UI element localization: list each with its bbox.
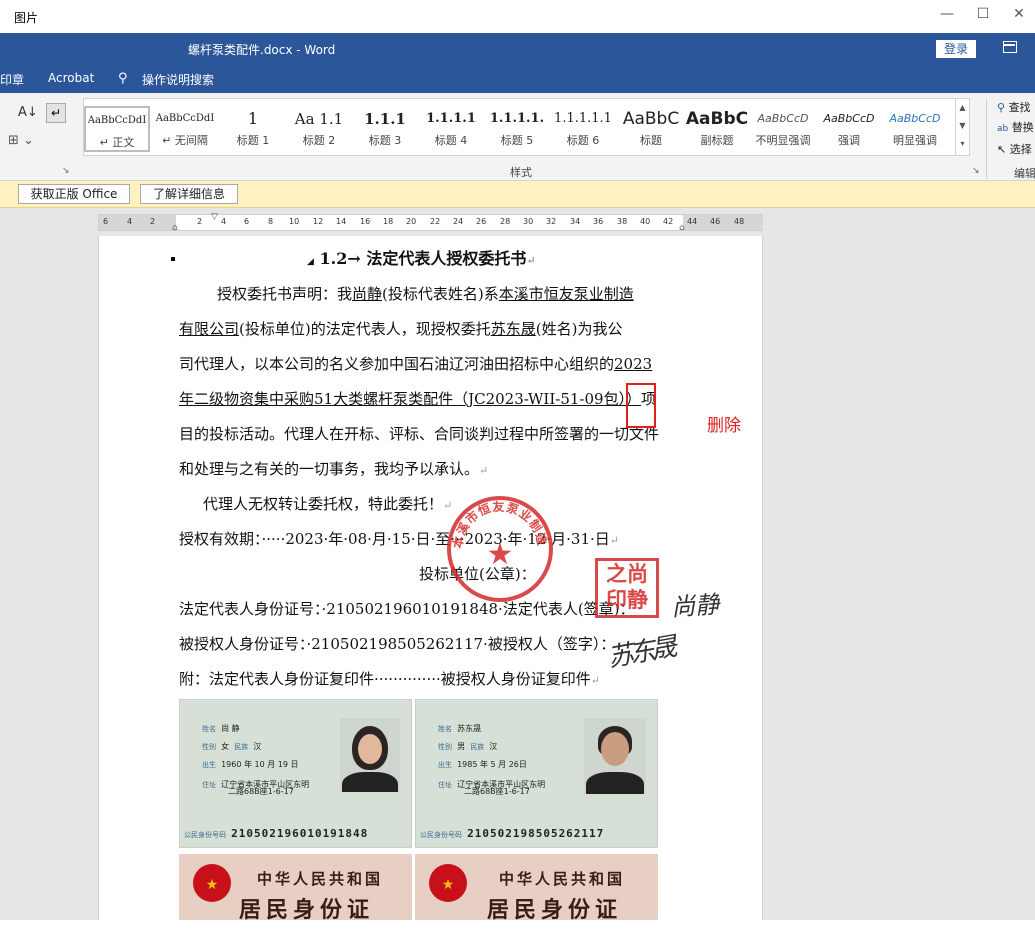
- menu-acrobat[interactable]: Acrobat: [48, 71, 94, 85]
- style-heading-6[interactable]: 1.1.1.1.1 标题 6: [550, 106, 616, 152]
- gallery-down-icon[interactable]: ▼: [956, 117, 969, 135]
- paragraph-1-line-3: 司代理人，以本公司的名义参加中国石油辽河油田招标中心组织的2023: [179, 355, 653, 373]
- gallery-up-icon[interactable]: ▲: [956, 99, 969, 117]
- id-card-front-1: 姓名 尚 静 性别 女 民族 汉 出生 1960 年 10 月 19 日 住址 …: [179, 699, 412, 848]
- ribbon-display-icon[interactable]: [1003, 41, 1017, 53]
- attachment-line: 附：法定代表人身份证复印件··············被授权人身份证复印件↵: [179, 670, 600, 688]
- editing-group-label: 编辑: [1014, 167, 1035, 180]
- document-title: 螺杆泵类配件.docx - Word: [188, 43, 336, 57]
- photo-1: [340, 718, 400, 792]
- style-heading-5[interactable]: 1.1.1.1. 标题 5: [484, 106, 550, 152]
- id-card-back-2: ★ 中华人民共和国 居民身份证: [415, 854, 658, 924]
- notification-bar: 获取正版 Office 了解详细信息: [0, 181, 1035, 208]
- horizontal-ruler[interactable]: 6 4 2 2 4 6 8 10 12 14 16 18 20 22 24 26…: [98, 212, 763, 233]
- id-card-front-2: 姓名 苏东晟 性别 男 民族 汉 出生 1985 年 5 月 26日 住址 辽宁…: [415, 699, 658, 848]
- minimize-icon[interactable]: —: [936, 4, 958, 24]
- bullet-marker: [171, 257, 175, 261]
- style-heading-4[interactable]: 1.1.1.1 标题 4: [418, 106, 484, 152]
- first-line-indent-marker[interactable]: ▽: [211, 212, 218, 222]
- style-no-spacing[interactable]: AaBbCcDdI ↵ 无间隔: [152, 106, 218, 152]
- login-button[interactable]: 登录: [936, 40, 976, 58]
- app-window: 图片 — ☐ ✕ 螺杆泵类配件.docx - Word 登录 印章 Acroba…: [0, 0, 1035, 930]
- style-intense-emphasis[interactable]: AaBbCcD 明显强调: [882, 106, 948, 152]
- paragraph-1-line-5: 目的投标活动。代理人在开标、评标、合同谈判过程中所签署的一切文件: [179, 425, 660, 443]
- deletion-annotation: 删除: [707, 416, 741, 436]
- borders-icon[interactable]: ⊞ ⌄: [8, 133, 34, 148]
- style-heading-2[interactable]: Aa 1.1 标题 2: [286, 106, 352, 152]
- signature-sudongsheng: 苏东晟: [605, 632, 676, 674]
- paragraph-launcher-icon[interactable]: ↘: [62, 166, 70, 176]
- svg-text:★: ★: [206, 877, 219, 893]
- select-button[interactable]: ↖ 选择: [997, 141, 1032, 157]
- cursor-icon: ↖: [997, 143, 1007, 156]
- menu-stamp[interactable]: 印章: [0, 71, 24, 88]
- personal-seal: 之尚 印静: [595, 558, 659, 618]
- replace-button[interactable]: ab 替换: [997, 119, 1034, 135]
- styles-launcher-icon[interactable]: ↘: [972, 166, 980, 176]
- lightbulb-icon[interactable]: ⚲: [118, 71, 128, 86]
- find-icon: ⚲: [997, 101, 1006, 114]
- get-office-button[interactable]: 获取正版 Office: [18, 184, 130, 204]
- validity-line: 授权有效期：·····2023·年·08·月·15·日·至···2023·年·1…: [179, 530, 620, 548]
- style-title[interactable]: AaBbC 标题: [618, 106, 684, 152]
- close-icon[interactable]: ✕: [1008, 4, 1030, 24]
- paragraph-1-line-4: 年二级物资集中采购51大类螺杆泵类配件（JC2023-WII-51-09包））项: [179, 390, 657, 408]
- style-normal[interactable]: AaBbCcDdI ↵ 正文: [84, 106, 150, 152]
- signature-shangjing: 尚静: [670, 590, 721, 622]
- styles-group-label: 样式: [510, 166, 532, 179]
- style-heading-3[interactable]: 1.1.1 标题 3: [352, 106, 418, 152]
- deletion-box: [626, 383, 656, 428]
- photo-2: [584, 718, 646, 794]
- svg-text:★: ★: [487, 537, 514, 572]
- paragraph-1-line-6: 和处理与之有关的一切事务，我均予以承认。↵: [179, 460, 489, 478]
- ribbon: A↓ ↵ ⊞ ⌄ ↘ AaBbCcDdI ↵ 正文 AaBbCcDdI ↵ 无间隔 …: [0, 93, 1035, 181]
- paragraph-1-line-1: 授权委托书声明：我尚静(投标代表姓名)系本溪市恒友泵业制造: [217, 285, 634, 303]
- menu-bar: 印章 Acrobat ⚲ 操作说明搜索: [0, 63, 1035, 93]
- document-heading: ◢ 1.2→ 法定代表人授权委托书↵: [307, 249, 536, 268]
- right-indent-marker[interactable]: ⌂: [679, 223, 685, 233]
- viewer-titlebar: 图片 — ☐ ✕: [0, 0, 1035, 33]
- find-button[interactable]: ⚲ 查找: [997, 99, 1031, 115]
- replace-icon: ab: [997, 124, 1009, 134]
- style-subtitle[interactable]: AaBbC 副标题: [684, 106, 750, 152]
- tell-me-search[interactable]: 操作说明搜索: [142, 71, 214, 88]
- document-page[interactable]: ◢ 1.2→ 法定代表人授权委托书↵ 授权委托书声明：我尚静(投标代表姓名)系本…: [98, 236, 763, 930]
- svg-text:★: ★: [442, 877, 455, 893]
- word-titlebar: 螺杆泵类配件.docx - Word 登录: [0, 33, 1035, 63]
- gallery-more-icon[interactable]: ▾: [956, 135, 969, 153]
- editing-group: ⚲ 查找 ab 替换 ↖ 选择 编辑: [986, 99, 1035, 180]
- paragraph-1-line-2: 有限公司(投标单位)的法定代表人，现授权委托苏东晟(姓名)为我公: [179, 320, 623, 338]
- company-seal: 本溪市恒友泵业制造有限公司 ★: [445, 494, 553, 602]
- left-indent-marker[interactable]: ⌂: [172, 223, 178, 233]
- sort-icon[interactable]: A↓: [18, 105, 38, 120]
- style-heading-1[interactable]: 1 标题 1: [220, 106, 286, 152]
- style-emphasis[interactable]: AaBbCcD 强调: [816, 106, 882, 152]
- show-marks-icon[interactable]: ↵: [46, 103, 66, 123]
- gallery-scroll[interactable]: ▲ ▼ ▾: [955, 99, 969, 155]
- style-subtle-emphasis[interactable]: AaBbCcD 不明显强调: [750, 106, 816, 152]
- viewer-title: 图片: [14, 11, 39, 25]
- learn-more-button[interactable]: 了解详细信息: [140, 184, 238, 204]
- maximize-icon[interactable]: ☐: [972, 4, 994, 24]
- bottom-bar: [0, 920, 1035, 930]
- id-card-back-1: ★ 中华人民共和国 居民身份证: [179, 854, 412, 924]
- national-emblem-icon: ★: [429, 864, 467, 902]
- styles-gallery: AaBbCcDdI ↵ 正文 AaBbCcDdI ↵ 无间隔 1 标题 1 Aa 1.…: [83, 98, 970, 156]
- national-emblem-icon: ★: [193, 864, 231, 902]
